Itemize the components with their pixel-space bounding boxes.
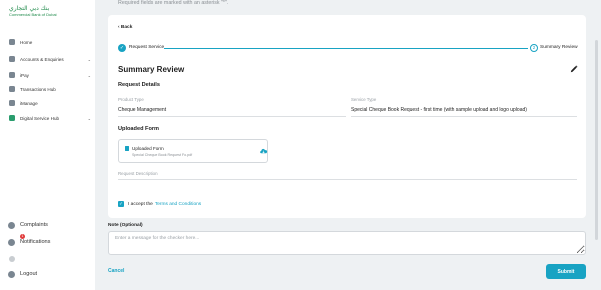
sidebar-item-notifications[interactable]: 1 Notifications xyxy=(8,234,51,248)
sidebar-item-label: iManage xyxy=(20,100,38,106)
sidebar-item-label: Notifications xyxy=(20,239,51,245)
terms-and-conditions-link[interactable]: Terms and Conditions xyxy=(155,202,201,207)
bank-logo[interactable]: بنك دبي التجاري Commercial Bank of Dubai xyxy=(9,6,67,18)
ipay-icon xyxy=(9,72,15,78)
file-name: Special Cheque Book Request Fo.pdf xyxy=(132,153,193,157)
sidebar-item-logout[interactable]: Logout xyxy=(8,268,37,280)
sidebar-item-label: Complaints xyxy=(20,222,48,228)
file-title: Uploaded Form xyxy=(132,146,164,151)
bell-icon xyxy=(8,238,15,246)
sidebar-item-complaints[interactable]: Complaints xyxy=(8,219,48,231)
notifications-badge: 1 xyxy=(20,234,25,239)
product-type-label: Product Type xyxy=(118,97,144,102)
accept-terms-checkbox[interactable]: ✓ xyxy=(118,201,124,207)
back-link[interactable]: ‹ Back xyxy=(118,25,132,30)
pencil-icon[interactable] xyxy=(570,65,578,73)
cancel-button[interactable]: Cancel xyxy=(108,268,124,274)
divider xyxy=(351,116,577,117)
sidebar-item-imanage[interactable]: iManage xyxy=(9,98,91,108)
sidebar: بنك دبي التجاري Commercial Bank of Dubai… xyxy=(0,0,95,290)
step-number: 2 xyxy=(530,44,538,52)
sidebar-item-transactions-hub[interactable]: Transactions Hub xyxy=(9,84,91,94)
summary-card: ‹ Back ✓ Request Service 2 Summary Revie… xyxy=(108,15,586,218)
chevron-down-icon[interactable]: ⌄ xyxy=(88,116,91,121)
sidebar-item-accounts[interactable]: Accounts & Enquiries ⌄ xyxy=(9,54,91,64)
cloud-download-icon[interactable] xyxy=(259,147,268,155)
logout-icon xyxy=(8,270,15,278)
request-description-label: Request Description xyxy=(118,171,158,176)
submit-button[interactable]: Submit xyxy=(546,264,586,279)
logo-english-text: Commercial Bank of Dubai xyxy=(9,12,57,17)
sidebar-item-label: Home xyxy=(20,39,33,45)
avatar[interactable] xyxy=(9,256,15,262)
stepper-line xyxy=(164,47,528,49)
home-icon xyxy=(9,39,15,45)
sidebar-item-label: Accounts & Enquiries xyxy=(20,56,64,62)
note-textarea[interactable] xyxy=(108,231,586,255)
uploaded-form-heading: Uploaded Form xyxy=(118,126,160,132)
note-label: Note (Optional) xyxy=(108,223,143,228)
sidebar-item-label: iPay xyxy=(20,72,29,78)
imanage-icon xyxy=(9,100,15,106)
step-request-service: Request Service xyxy=(129,45,165,50)
accept-terms-row: ✓ I accept the Terms and Conditions xyxy=(118,201,201,207)
digital-service-icon xyxy=(9,115,15,121)
check-icon: ✓ xyxy=(118,44,126,52)
accept-terms-text: I accept the xyxy=(128,201,153,207)
sidebar-item-digital-service-hub[interactable]: Digital Service Hub ⌄ xyxy=(9,113,91,123)
page-title: Summary Review xyxy=(118,65,185,74)
transactions-icon xyxy=(9,86,15,92)
sidebar-item-label: Transactions Hub xyxy=(20,86,56,92)
divider xyxy=(118,116,346,117)
product-type-value: Cheque Management xyxy=(118,107,167,113)
service-type-value: Special Cheque Book Request - first time… xyxy=(351,107,527,113)
uploaded-file-card[interactable]: Uploaded Form Special Cheque Book Reques… xyxy=(118,139,268,163)
sidebar-item-label: Logout xyxy=(20,271,38,277)
service-type-label: Service Type xyxy=(351,97,377,102)
stepper: ✓ Request Service 2 Summary Review xyxy=(118,43,578,53)
sidebar-item-ipay[interactable]: iPay ⌄ xyxy=(9,70,91,80)
scrollbar[interactable] xyxy=(595,40,598,240)
chevron-down-icon[interactable]: ⌄ xyxy=(88,73,91,78)
complaints-icon xyxy=(8,221,15,229)
sidebar-item-home[interactable]: Home xyxy=(9,37,91,47)
sidebar-item-label: Digital Service Hub xyxy=(20,115,60,121)
divider xyxy=(118,179,577,180)
required-fields-note: Required fields are marked with an aster… xyxy=(118,0,229,6)
step-summary-review: Summary Review xyxy=(540,45,578,50)
file-icon xyxy=(125,146,129,151)
chevron-down-icon[interactable]: ⌄ xyxy=(88,57,91,62)
accounts-icon xyxy=(9,56,15,62)
request-details-heading: Request Details xyxy=(118,82,160,88)
